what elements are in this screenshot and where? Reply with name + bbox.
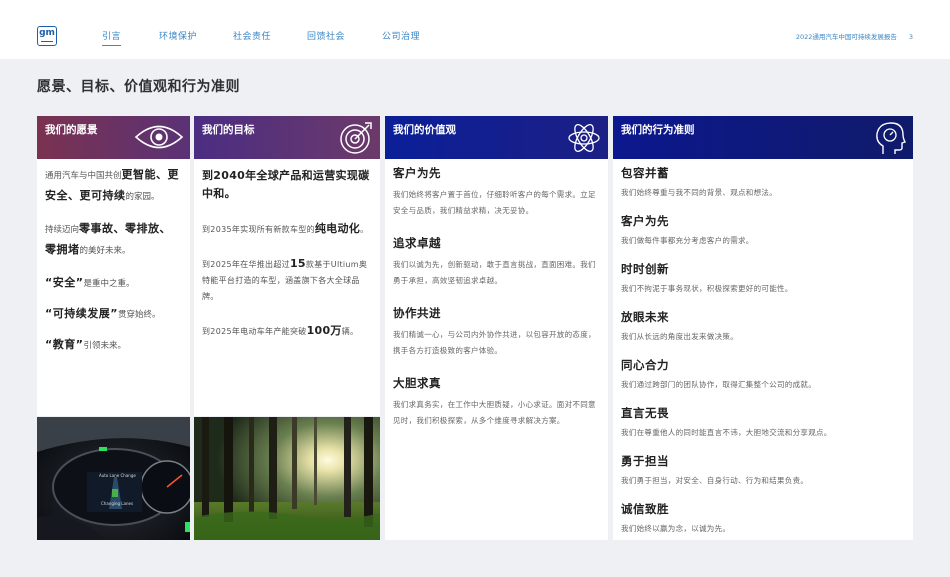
conduct-item-title: 勇于担当 bbox=[621, 454, 669, 468]
value-text: 我们求真务实，在工作中大胆质疑，小心求证。面对不同意见时，我们积极探索，从多个维… bbox=[393, 400, 596, 425]
goals-title: 我们的目标 bbox=[202, 124, 255, 136]
goals-lead: 到2040年全球产品和运营实现碳中和。 bbox=[202, 169, 370, 200]
page-title: 愿景、目标、价值观和行为准则 bbox=[37, 79, 240, 95]
goals-body: 到2040年全球产品和运营实现碳中和。 到2035年实现所有新款车型的纯电动化。… bbox=[194, 159, 380, 340]
values-list: 客户为先 我们始终将客户置于首位，仔细聆听客户的每个需求。立足安全与品质，我们精… bbox=[385, 159, 608, 429]
conduct-item-title: 同心合力 bbox=[621, 358, 669, 372]
atom-icon bbox=[566, 120, 602, 159]
values-title: 我们的价值观 bbox=[393, 124, 456, 136]
conduct-item-title: 客户为先 bbox=[621, 214, 669, 228]
nav-governance[interactable]: 公司治理 bbox=[382, 29, 420, 42]
dash-label-2: Changing Lanes bbox=[101, 501, 133, 506]
vision-q1: “安全”是重中之重。 bbox=[45, 276, 135, 289]
dashboard-photo: Auto Lane Change Changing Lanes bbox=[37, 417, 194, 540]
conduct-item: 放眼未来 我们从长远的角度出发来做决策。 bbox=[621, 309, 905, 345]
value-title: 客户为先 bbox=[393, 166, 441, 180]
conduct-item-text: 我们勇于担当，对安全、自身行动、行为和结果负责。 bbox=[621, 476, 809, 485]
conduct-item-title: 时时创新 bbox=[621, 262, 669, 276]
goals-p3: 到2025年电动车年产能突破100万辆。 bbox=[202, 324, 359, 337]
nav-environment[interactable]: 环境保护 bbox=[159, 29, 197, 42]
value-text: 我们精诚一心，与公司内外协作共进，以包容开放的态度，携手各方打造极致的客户体验。 bbox=[393, 330, 596, 355]
conduct-item: 直言无畏 我们在尊重他人的同时能直言不讳，大胆地交流和分享观点。 bbox=[621, 405, 905, 441]
conduct-item-text: 我们做每件事都充分考虑客户的需求。 bbox=[621, 236, 754, 245]
top-bar: gm 引言 环境保护 社会责任 回馈社会 公司治理 2022通用汽车中国可持续发… bbox=[0, 0, 950, 59]
nav-giveback[interactable]: 回馈社会 bbox=[307, 29, 345, 42]
report-info: 2022通用汽车中国可持续发展报告 3 bbox=[796, 31, 913, 41]
values-header: 我们的价值观 bbox=[385, 116, 608, 159]
conduct-item: 同心合力 我们通过跨部门的团队协作，取得汇集整个公司的成就。 bbox=[621, 357, 905, 393]
value-item: 协作共进 我们精诚一心，与公司内外协作共进，以包容开放的态度，携手各方打造极致的… bbox=[393, 305, 600, 359]
page-number: 3 bbox=[908, 33, 913, 41]
value-item: 追求卓越 我们以诚为先，创新驱动，敢于直言挑战，直面困难。我们勇于承担，高效坚韧… bbox=[393, 235, 600, 289]
conduct-item-text: 我们在尊重他人的同时能直言不讳，大胆地交流和分享观点。 bbox=[621, 428, 832, 437]
goals-card: 我们的目标 到2040年全球产品和运营实现碳中和。 到2035年实现所有新款车型… bbox=[194, 116, 380, 416]
dash-label-1: Auto Lane Change bbox=[99, 473, 136, 478]
conduct-title: 我们的行为准则 bbox=[621, 124, 695, 136]
conduct-item-title: 直言无畏 bbox=[621, 406, 669, 420]
value-title: 追求卓越 bbox=[393, 236, 441, 250]
nav-intro[interactable]: 引言 bbox=[102, 29, 122, 46]
eye-icon bbox=[134, 120, 184, 157]
vision-body: 通用汽车与中国共创更智能、更安全、更可持续的家园。 持续迈向零事故、零排放、零拥… bbox=[37, 159, 190, 356]
report-title: 2022通用汽车中国可持续发展报告 bbox=[795, 33, 897, 41]
conduct-header: 我们的行为准则 bbox=[613, 116, 913, 159]
values-card: 我们的价值观 客户为先 我们始终将客户置于首位，仔细聆听客户的每个需求。立足安全… bbox=[385, 116, 608, 540]
nav-social[interactable]: 社会责任 bbox=[233, 29, 271, 42]
conduct-item: 诚信致胜 我们始终以赢为念，以诚为先。 bbox=[621, 501, 905, 537]
vision-p2: 持续迈向零事故、零排放、零拥堵的美好未来。 bbox=[45, 222, 172, 256]
forest-photo bbox=[194, 417, 380, 540]
conduct-item: 客户为先 我们做每件事都充分考虑客户的需求。 bbox=[621, 213, 905, 249]
vision-p1: 通用汽车与中国共创更智能、更安全、更可持续的家园。 bbox=[45, 168, 180, 202]
conduct-item: 包容并蓄 我们始终尊重与我不同的背景、观点和想法。 bbox=[621, 165, 905, 201]
conduct-item-text: 我们始终尊重与我不同的背景、观点和想法。 bbox=[621, 188, 777, 197]
conduct-item-title: 诚信致胜 bbox=[621, 502, 669, 516]
conduct-list: 包容并蓄 我们始终尊重与我不同的背景、观点和想法。 客户为先 我们做每件事都充分… bbox=[613, 159, 913, 537]
head-icon bbox=[873, 120, 907, 159]
conduct-item-text: 我们始终以赢为念，以诚为先。 bbox=[621, 524, 731, 533]
vision-title: 我们的愿景 bbox=[45, 124, 98, 136]
value-title: 大胆求真 bbox=[393, 376, 441, 390]
vision-q2: “可持续发展”贯穿始终。 bbox=[45, 307, 161, 320]
vision-q3: “教育”引领未来。 bbox=[45, 338, 126, 351]
goals-header: 我们的目标 bbox=[194, 116, 380, 159]
goals-p2: 到2025年在华推出超过15款基于Ultium奥特能平台打造的车型，涵盖旗下各大… bbox=[202, 257, 368, 301]
gm-logo[interactable]: gm bbox=[37, 26, 57, 46]
conduct-item: 勇于担当 我们勇于担当，对安全、自身行动、行为和结果负责。 bbox=[621, 453, 905, 489]
value-text: 我们以诚为先，创新驱动，敢于直言挑战，直面困难。我们勇于承担，高效坚韧追求卓越。 bbox=[393, 260, 596, 285]
conduct-item-title: 包容并蓄 bbox=[621, 166, 669, 180]
target-icon bbox=[338, 120, 374, 159]
conduct-card: 我们的行为准则 包容并蓄 我们始终尊重与我不同的背景、观点和想法。 客户为先 我… bbox=[613, 116, 913, 540]
value-text: 我们始终将客户置于首位，仔细聆听客户的每个需求。立足安全与品质，我们精益求精，决… bbox=[393, 190, 596, 215]
value-item: 客户为先 我们始终将客户置于首位，仔细聆听客户的每个需求。立足安全与品质，我们精… bbox=[393, 165, 600, 219]
conduct-item-text: 我们通过跨部门的团队协作，取得汇集整个公司的成就。 bbox=[621, 380, 816, 389]
goals-p1: 到2035年实现所有新款车型的纯电动化。 bbox=[202, 222, 369, 235]
vision-header: 我们的愿景 bbox=[37, 116, 190, 159]
value-item: 大胆求真 我们求真务实，在工作中大胆质疑，小心求证。面对不同意见时，我们积极探索… bbox=[393, 375, 600, 429]
conduct-item: 时时创新 我们不拘泥于事务现状，积极探索更好的可能性。 bbox=[621, 261, 905, 297]
conduct-item-text: 我们从长远的角度出发来做决策。 bbox=[621, 332, 738, 341]
conduct-item-text: 我们不拘泥于事务现状，积极探索更好的可能性。 bbox=[621, 284, 793, 293]
conduct-item-title: 放眼未来 bbox=[621, 310, 669, 324]
vision-card: 我们的愿景 通用汽车与中国共创更智能、更安全、更可持续的家园。 持续迈向零事故、… bbox=[37, 116, 190, 416]
value-title: 协作共进 bbox=[393, 306, 441, 320]
